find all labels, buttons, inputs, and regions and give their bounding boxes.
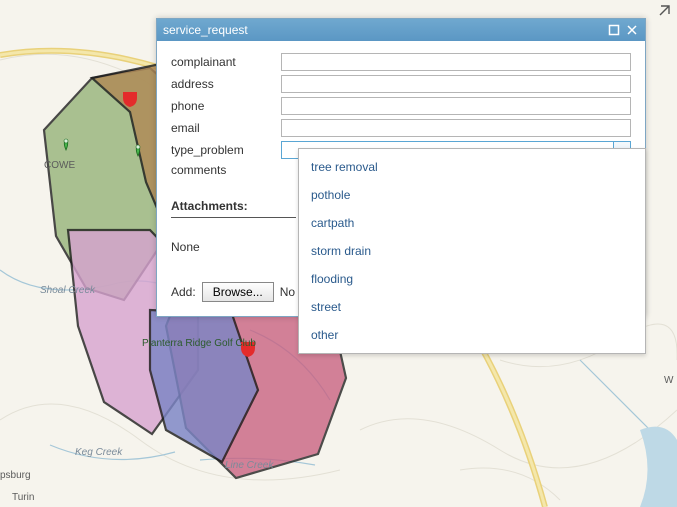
email-input[interactable]: [281, 119, 631, 137]
svg-text:W: W: [664, 375, 674, 386]
phone-label: phone: [171, 99, 281, 113]
type-problem-label: type_problem: [171, 143, 281, 157]
list-item[interactable]: pothole: [299, 181, 645, 209]
comments-label: comments: [171, 163, 281, 177]
close-icon[interactable]: [625, 23, 639, 37]
svg-text:Shoal Creek: Shoal Creek: [40, 285, 96, 296]
svg-text:COWE: COWE: [44, 160, 75, 171]
svg-text:Turin: Turin: [12, 492, 34, 503]
svg-text:Planterra Ridge Golf Club: Planterra Ridge Golf Club: [142, 338, 256, 349]
dialog-titlebar[interactable]: service_request: [157, 19, 645, 41]
svg-text:psburg: psburg: [0, 470, 31, 481]
list-item[interactable]: cartpath: [299, 209, 645, 237]
list-item[interactable]: flooding: [299, 265, 645, 293]
list-item[interactable]: storm drain: [299, 237, 645, 265]
email-label: email: [171, 121, 281, 135]
svg-text:Line Creek: Line Creek: [225, 460, 274, 471]
complainant-label: complainant: [171, 55, 281, 69]
expand-icon[interactable]: [657, 4, 671, 18]
phone-input[interactable]: [281, 97, 631, 115]
address-label: address: [171, 77, 281, 91]
file-status: No: [280, 285, 295, 299]
attachments-heading: Attachments:: [171, 199, 296, 218]
add-label: Add:: [171, 285, 196, 299]
list-item[interactable]: other: [299, 321, 645, 349]
maximize-icon[interactable]: [607, 23, 621, 37]
address-input[interactable]: [281, 75, 631, 93]
browse-button[interactable]: Browse...: [202, 282, 274, 302]
dialog-title: service_request: [163, 19, 603, 41]
svg-text:Keg Creek: Keg Creek: [75, 447, 123, 458]
type-problem-dropdown[interactable]: tree removal pothole cartpath storm drai…: [298, 148, 646, 354]
complainant-input[interactable]: [281, 53, 631, 71]
list-item[interactable]: street: [299, 293, 645, 321]
list-item[interactable]: tree removal: [299, 153, 645, 181]
